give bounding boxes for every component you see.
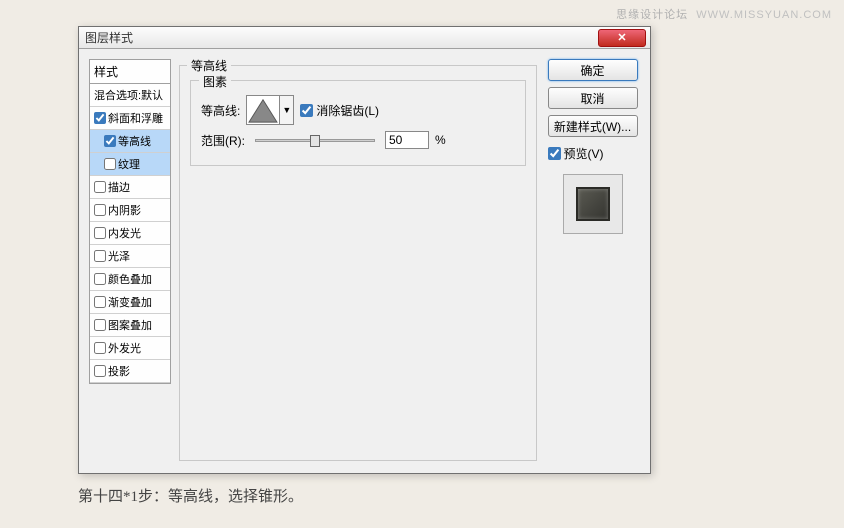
style-checkbox[interactable] — [94, 204, 106, 216]
preview-swatch — [576, 187, 610, 221]
right-panel: 确定 取消 新建样式(W)... 预览(V) — [545, 59, 640, 463]
range-unit: % — [435, 133, 446, 147]
preview-input[interactable] — [548, 147, 561, 160]
elements-group: 图素 等高线: ▼ — [190, 80, 526, 166]
style-checkbox[interactable] — [94, 342, 106, 354]
style-label: 混合选项:默认 — [94, 87, 163, 103]
styles-header[interactable]: 样式 — [89, 59, 171, 83]
style-checkbox[interactable] — [104, 135, 116, 147]
style-item[interactable]: 颜色叠加 — [90, 268, 170, 291]
preview-thumbnail — [563, 174, 623, 234]
range-input[interactable] — [385, 131, 429, 149]
style-label: 渐变叠加 — [108, 294, 152, 310]
style-item[interactable]: 内发光 — [90, 222, 170, 245]
style-item[interactable]: 投影 — [90, 360, 170, 383]
style-label: 图案叠加 — [108, 317, 152, 333]
contour-label: 等高线: — [201, 102, 240, 119]
style-item[interactable]: 内阴影 — [90, 199, 170, 222]
contour-picker[interactable] — [246, 95, 280, 125]
antialias-checkbox[interactable]: 消除锯齿(L) — [300, 102, 379, 119]
contour-dropdown-arrow[interactable]: ▼ — [280, 95, 294, 125]
range-label: 范围(R): — [201, 132, 245, 149]
style-checkbox[interactable] — [94, 319, 106, 331]
style-label: 纹理 — [118, 156, 140, 172]
style-item[interactable]: 纹理 — [90, 153, 170, 176]
watermark: 思缘设计论坛 WWW.MISSYUAN.COM — [616, 6, 832, 22]
step-caption: 第十四*1步：等高线，选择锥形。 — [78, 485, 303, 506]
style-item[interactable]: 外发光 — [90, 337, 170, 360]
style-item[interactable]: 光泽 — [90, 245, 170, 268]
style-item[interactable]: 渐变叠加 — [90, 291, 170, 314]
style-checkbox[interactable] — [94, 250, 106, 262]
style-checkbox[interactable] — [94, 227, 106, 239]
new-style-button[interactable]: 新建样式(W)... — [548, 115, 638, 137]
close-icon: ✕ — [617, 31, 626, 44]
group-title: 图素 — [199, 73, 231, 90]
style-checkbox[interactable] — [94, 296, 106, 308]
style-item[interactable]: 描边 — [90, 176, 170, 199]
style-checkbox[interactable] — [94, 365, 106, 377]
antialias-input[interactable] — [300, 104, 313, 117]
style-label: 内发光 — [108, 225, 141, 241]
style-label: 描边 — [108, 179, 130, 195]
slider-thumb[interactable] — [310, 135, 320, 147]
style-label: 内阴影 — [108, 202, 141, 218]
style-checkbox[interactable] — [94, 112, 106, 124]
chevron-down-icon: ▼ — [282, 105, 291, 115]
styles-panel: 样式 混合选项:默认斜面和浮雕等高线纹理描边内阴影内发光光泽颜色叠加渐变叠加图案… — [89, 59, 171, 463]
style-item[interactable]: 图案叠加 — [90, 314, 170, 337]
style-label: 投影 — [108, 363, 130, 379]
cancel-button[interactable]: 取消 — [548, 87, 638, 109]
section-title: 等高线 — [187, 57, 231, 74]
style-label: 等高线 — [118, 133, 151, 149]
style-item[interactable]: 斜面和浮雕 — [90, 107, 170, 130]
style-checkbox[interactable] — [104, 158, 116, 170]
style-label: 斜面和浮雕 — [108, 110, 163, 126]
close-button[interactable]: ✕ — [598, 29, 646, 47]
center-panel: 等高线 图素 等高线: ▼ — [179, 59, 537, 463]
style-label: 光泽 — [108, 248, 130, 264]
range-slider[interactable] — [255, 139, 375, 142]
style-item[interactable]: 等高线 — [90, 130, 170, 153]
dialog-title: 图层样式 — [85, 29, 133, 46]
styles-list: 混合选项:默认斜面和浮雕等高线纹理描边内阴影内发光光泽颜色叠加渐变叠加图案叠加外… — [89, 83, 171, 384]
title-bar[interactable]: 图层样式 ✕ — [79, 27, 650, 49]
preview-checkbox[interactable]: 预览(V) — [548, 145, 638, 162]
style-item[interactable]: 混合选项:默认 — [90, 84, 170, 107]
style-checkbox[interactable] — [94, 181, 106, 193]
ok-button[interactable]: 确定 — [548, 59, 638, 81]
layer-style-dialog: 图层样式 ✕ 样式 混合选项:默认斜面和浮雕等高线纹理描边内阴影内发光光泽颜色叠… — [78, 26, 651, 474]
style-label: 颜色叠加 — [108, 271, 152, 287]
style-label: 外发光 — [108, 340, 141, 356]
style-checkbox[interactable] — [94, 273, 106, 285]
